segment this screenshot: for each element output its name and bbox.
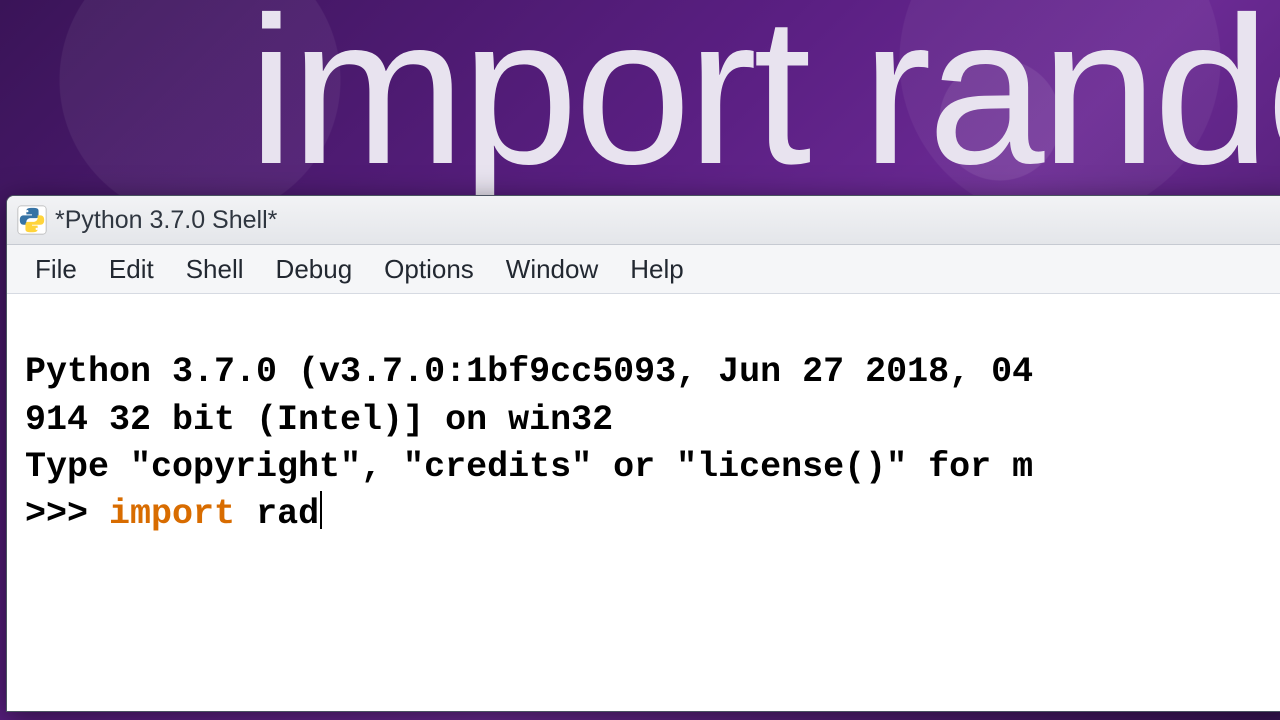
- banner-line-1: Python 3.7.0 (v3.7.0:1bf9cc5093, Jun 27 …: [25, 352, 1033, 392]
- menu-help[interactable]: Help: [616, 248, 697, 291]
- background-headline: import random: [248, 0, 1280, 212]
- idle-shell-window: *Python 3.7.0 Shell* File Edit Shell Deb…: [6, 195, 1280, 712]
- menu-edit[interactable]: Edit: [95, 248, 168, 291]
- menu-bar: File Edit Shell Debug Options Window Hel…: [7, 245, 1280, 294]
- banner-line-3: Type "copyright", "credits" or "license(…: [25, 447, 1033, 487]
- menu-file[interactable]: File: [21, 248, 91, 291]
- desktop-background: import random *Python 3.7.0 Shell* File …: [0, 0, 1280, 720]
- typed-space: [235, 494, 256, 534]
- menu-window[interactable]: Window: [492, 248, 612, 291]
- keyword-import: import: [109, 494, 235, 534]
- python-app-icon: [17, 205, 47, 235]
- window-titlebar[interactable]: *Python 3.7.0 Shell*: [7, 196, 1280, 245]
- window-title: *Python 3.7.0 Shell*: [55, 206, 277, 235]
- prompt-line[interactable]: >>> import rad: [25, 494, 322, 534]
- menu-options[interactable]: Options: [370, 248, 488, 291]
- typed-text: rad: [256, 494, 319, 534]
- menu-shell[interactable]: Shell: [172, 248, 258, 291]
- shell-console[interactable]: Python 3.7.0 (v3.7.0:1bf9cc5093, Jun 27 …: [7, 294, 1280, 594]
- banner-line-2: 914 32 bit (Intel)] on win32: [25, 400, 613, 440]
- prompt-symbol: >>>: [25, 494, 109, 534]
- text-cursor: [320, 491, 322, 529]
- menu-debug[interactable]: Debug: [262, 248, 367, 291]
